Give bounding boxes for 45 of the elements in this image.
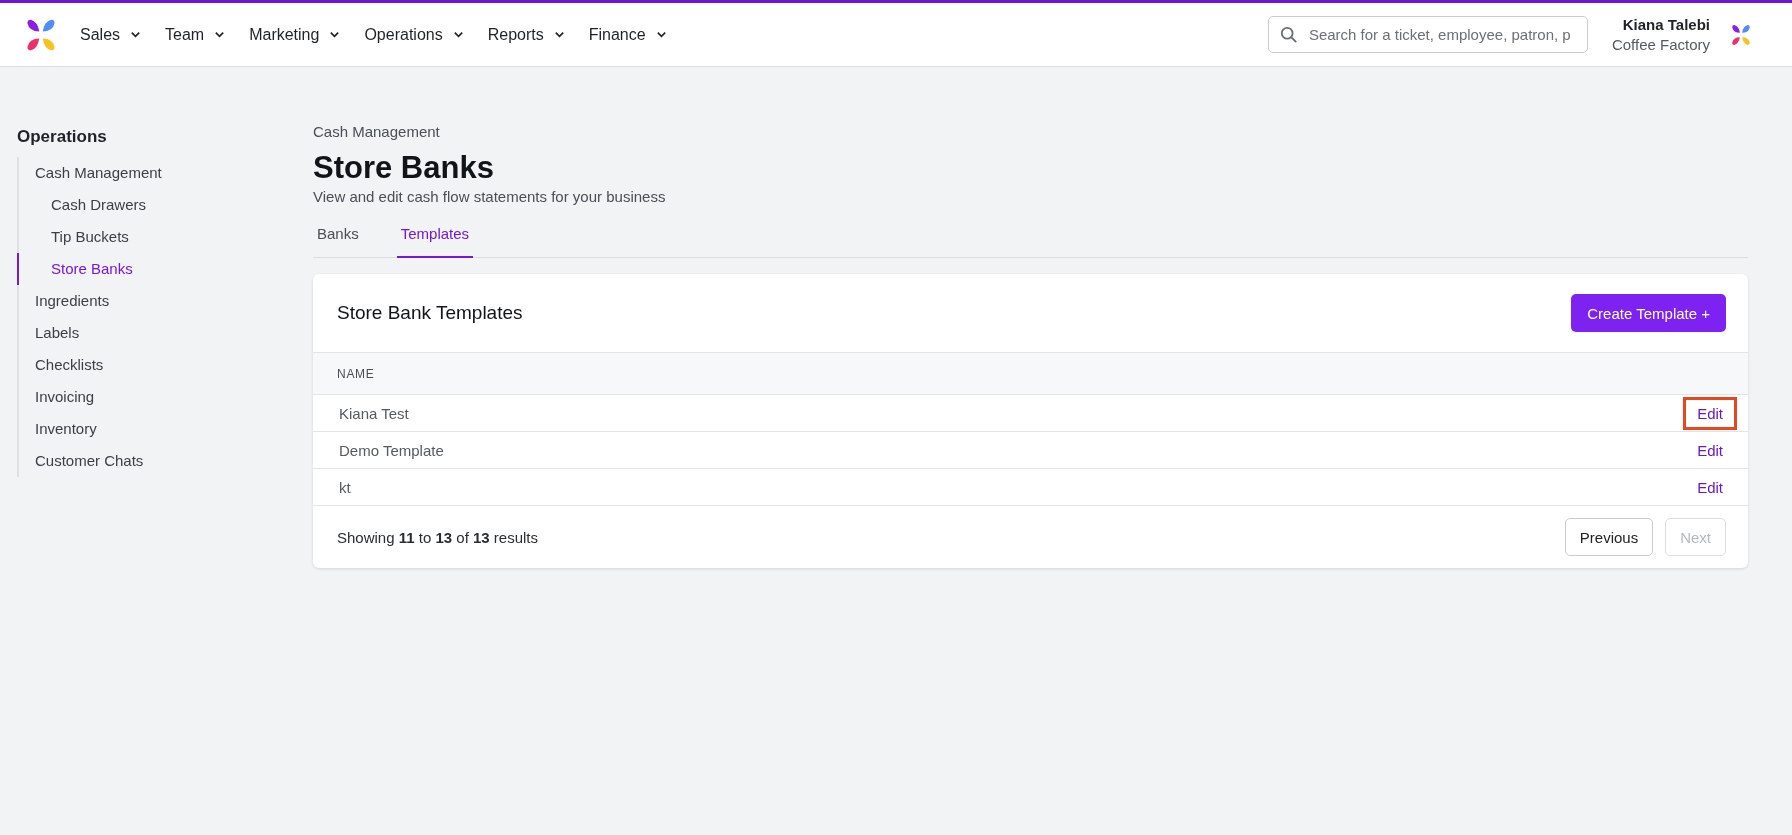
sidebar-item[interactable]: Tip Buckets	[17, 221, 296, 253]
breadcrumb: Cash Management	[313, 123, 441, 140]
sidebar-item[interactable]: Labels	[17, 317, 296, 349]
page-title: Store Banks	[313, 150, 495, 186]
table-cell: Kiana Test	[339, 404, 409, 422]
nav-menu-item[interactable]: Team	[165, 25, 250, 44]
search-icon	[1279, 26, 1298, 44]
nav-menu-item[interactable]: Marketing	[249, 25, 365, 44]
previous-button[interactable]: Previous	[1564, 518, 1654, 556]
sidebar-item[interactable]: Cash Drawers	[17, 189, 296, 221]
tab[interactable]: Banks	[313, 219, 363, 258]
sidebar-item[interactable]: Ingredients	[17, 285, 296, 317]
sidebar-item[interactable]: Invoicing	[17, 381, 296, 413]
nav-menu-item[interactable]: Operations	[364, 25, 488, 44]
card-title: Store Bank Templates	[337, 302, 523, 324]
chevron-down-icon	[553, 29, 565, 40]
company-name: Coffee Factory	[1611, 36, 1710, 53]
table-cell: kt	[339, 478, 351, 496]
page-subtitle: View and edit cash flow statements for your business	[313, 188, 667, 205]
edit-link[interactable]: Edit	[1683, 470, 1737, 504]
create-template-button[interactable]: Create Template +	[1571, 294, 1726, 332]
flower-logo-icon[interactable]	[24, 17, 58, 52]
chevron-down-icon	[214, 29, 226, 40]
search-field[interactable]: Search for a ticket, employee, patron, p	[1267, 16, 1588, 53]
column-header: NAME	[337, 366, 375, 381]
flower-logo-icon[interactable]	[1730, 23, 1752, 46]
nav-menu-item[interactable]: Sales	[80, 25, 166, 44]
table-cell: Demo Template	[339, 441, 444, 459]
chevron-down-icon	[655, 29, 667, 40]
sidebar-item[interactable]: Customer Chats	[17, 445, 296, 477]
sidebar-item[interactable]: Cash Management	[17, 157, 296, 189]
sidebar-title: Operations	[17, 127, 108, 147]
chevron-down-icon	[329, 29, 341, 40]
tab[interactable]: Templates	[396, 219, 474, 258]
edit-link[interactable]: Edit	[1683, 433, 1737, 467]
user-name: Kiana Talebi	[1622, 16, 1710, 33]
sidebar-item[interactable]: Inventory	[17, 413, 296, 445]
sidebar-item[interactable]: Checklists	[17, 349, 296, 381]
chevron-down-icon	[130, 29, 142, 40]
sidebar-item[interactable]: Store Banks	[17, 253, 296, 285]
edit-link[interactable]: Edit	[1683, 396, 1737, 430]
results-summary: Showing 11 to 13 of 13 results	[337, 528, 539, 546]
chevron-down-icon	[452, 29, 464, 40]
nav-menu-item[interactable]: Finance	[588, 25, 691, 44]
nav-menu-item[interactable]: Reports	[487, 25, 589, 44]
